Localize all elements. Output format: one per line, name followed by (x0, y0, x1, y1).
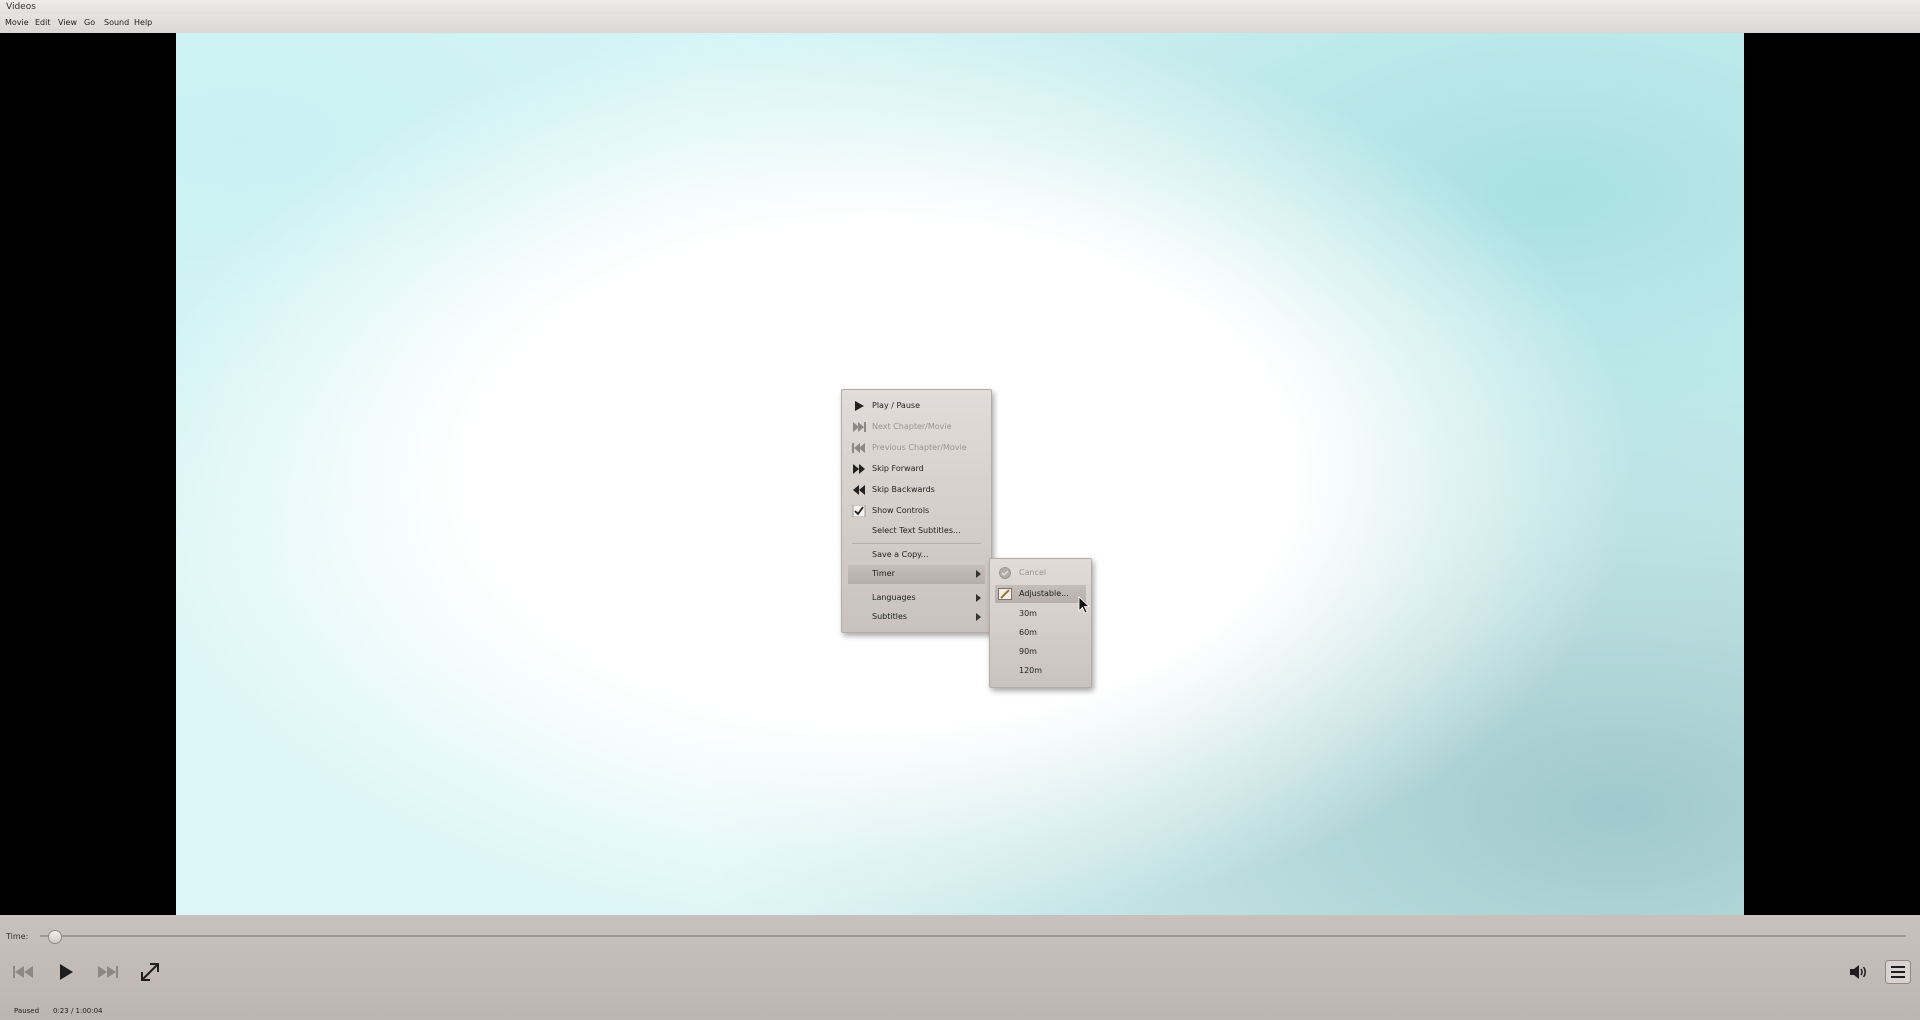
menu-item-skip-backwards[interactable]: Skip Backwards (842, 481, 991, 499)
skip-forward-icon (853, 464, 865, 474)
menu-item-subtitles[interactable]: Subtitles (842, 608, 991, 626)
submenu-arrow-icon (976, 594, 981, 602)
timer-submenu: Cancel Adjustable... 30m 60m 90m 120m (989, 558, 1092, 688)
seek-handle[interactable] (47, 930, 62, 944)
menu-item-select-text-subtitles[interactable]: Select Text Subtitles... (842, 522, 991, 540)
timer-cancel[interactable]: Cancel (990, 564, 1091, 582)
window-titlebar: Videos (0, 0, 1920, 14)
seek-bar[interactable] (40, 935, 1906, 937)
menu-item-skip-forward[interactable]: Skip Forward (842, 460, 991, 478)
menu-item-save-copy[interactable]: Save a Copy... (842, 546, 991, 564)
playback-controls: Time: Paused 0:23 / 1:00:04 (0, 915, 1920, 1020)
next-button[interactable] (94, 963, 120, 981)
volume-icon[interactable] (1849, 964, 1869, 980)
timer-60m[interactable]: 60m (990, 624, 1091, 642)
menu-view[interactable]: View (58, 18, 77, 27)
previous-icon (852, 443, 865, 453)
submenu-arrow-icon (976, 613, 981, 621)
timer-adjustable[interactable]: Adjustable... (995, 585, 1086, 603)
skip-backward-icon (853, 485, 865, 495)
menu-separator (852, 543, 981, 544)
menu-item-play-pause[interactable]: Play / Pause (842, 397, 991, 415)
next-icon (853, 422, 866, 432)
menu-item-languages[interactable]: Languages (842, 589, 991, 607)
fullscreen-button[interactable] (138, 960, 162, 984)
timer-90m[interactable]: 90m (990, 643, 1091, 661)
menu-item-next-chapter[interactable]: Next Chapter/Movie (842, 418, 991, 436)
menu-movie[interactable]: Movie (5, 18, 29, 27)
menu-item-show-controls[interactable]: Show Controls (842, 502, 991, 520)
menu-edit[interactable]: Edit (35, 18, 51, 27)
menu-item-timer[interactable]: Timer (848, 565, 985, 584)
play-icon (855, 401, 864, 411)
status-text: Paused (14, 1007, 40, 1015)
menubar: Movie Edit View Go Sound Help (0, 14, 1920, 34)
mouse-cursor-icon (1078, 596, 1090, 614)
timestamp-text: 0:23 / 1:00:04 (53, 1007, 103, 1015)
pencil-icon (998, 588, 1012, 600)
timer-120m[interactable]: 120m (990, 662, 1091, 680)
menu-item-previous-chapter[interactable]: Previous Chapter/Movie (842, 439, 991, 457)
play-button[interactable] (57, 962, 75, 982)
time-label: Time: (6, 932, 29, 941)
checkmark-icon (852, 505, 866, 517)
submenu-arrow-icon (976, 570, 981, 578)
menu-button[interactable] (1885, 960, 1911, 984)
timer-30m[interactable]: 30m (990, 605, 1091, 623)
context-menu: Play / Pause Next Chapter/Movie Previous… (841, 389, 992, 633)
cancel-icon (999, 567, 1011, 579)
menu-go[interactable]: Go (84, 18, 95, 27)
menu-sound[interactable]: Sound (104, 18, 129, 27)
menu-help[interactable]: Help (134, 18, 152, 27)
previous-button[interactable] (11, 963, 37, 981)
window-title: Videos (6, 2, 36, 12)
